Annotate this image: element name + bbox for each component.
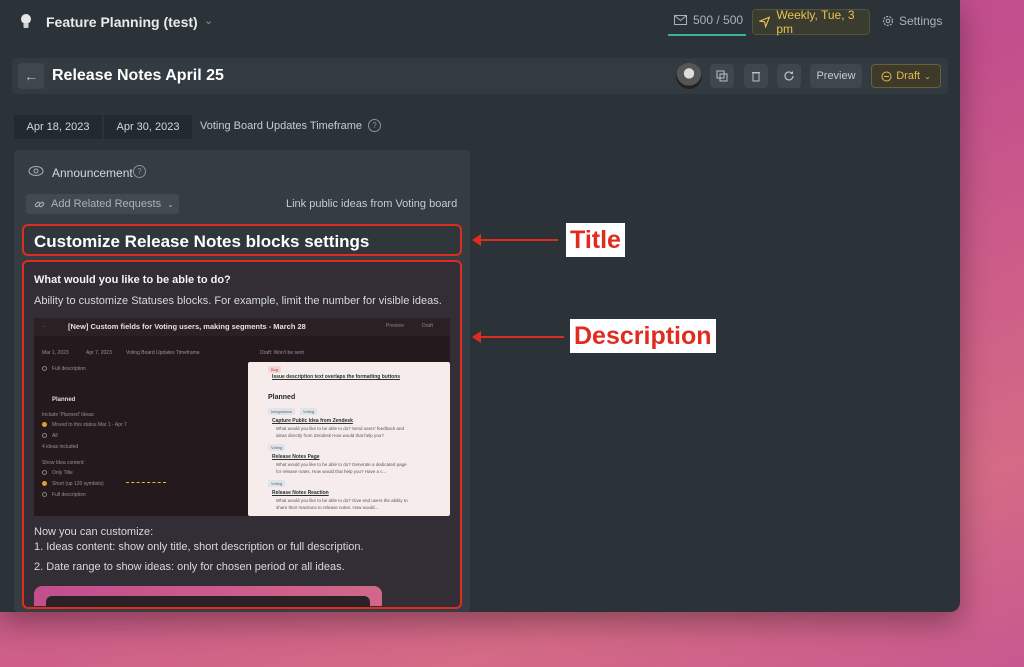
item-description-editor[interactable]: What would you like to be able to do? Ab… xyxy=(22,260,462,609)
page-header: ← Release Notes April 25 Preview Draft ⌄ xyxy=(12,58,948,94)
shot-link: Release Notes Page xyxy=(272,454,320,460)
schedule-button[interactable]: Weekly, Tue, 3 pm xyxy=(752,8,870,36)
shot-text: What would you like to be able to do? Ge… xyxy=(276,462,407,467)
shot-opt-moved: Moved to this status Mar 1 - Apr 7 xyxy=(52,422,127,428)
shot-ideas-included: 4 ideas included xyxy=(42,444,79,450)
shot-title: [New] Custom fields for Voting users, ma… xyxy=(68,322,306,331)
title-pointer-arrow xyxy=(472,234,558,246)
shot-opt-title: Only Title xyxy=(52,470,73,476)
top-bar: Feature Planning (test) ⌄ 500 / 500 Week… xyxy=(0,0,960,44)
description-intro: Ability to customize Statuses blocks. Fo… xyxy=(34,295,442,307)
copy-icon xyxy=(716,70,728,82)
description-list-item: 2. Date range to show ideas: only for ch… xyxy=(34,561,345,573)
status-dropdown[interactable]: Draft ⌄ xyxy=(871,64,941,88)
workspace-title[interactable]: Feature Planning (test) xyxy=(46,14,198,30)
mail-count-label: 500 / 500 xyxy=(693,13,744,27)
refresh-button[interactable] xyxy=(777,64,801,88)
shot-radio xyxy=(42,422,47,427)
eye-icon[interactable] xyxy=(28,165,44,177)
delete-button[interactable] xyxy=(744,64,768,88)
shot-radio xyxy=(42,470,47,475)
app-window: Feature Planning (test) ⌄ 500 / 500 Week… xyxy=(0,0,960,612)
timeframe-label: Voting Board Updates Timeframe xyxy=(200,120,363,132)
shot-opt-all: All xyxy=(52,433,58,439)
shot-draft-note: Draft: Won't be sent xyxy=(260,350,304,356)
gear-icon xyxy=(882,15,894,27)
shot-radio xyxy=(42,492,47,497)
shot-planned: Planned xyxy=(52,397,76,403)
start-date-picker[interactable]: Apr 18, 2023 xyxy=(14,115,102,139)
chevron-down-icon: ⌄ xyxy=(167,199,174,209)
shot-tag: Voting xyxy=(268,444,286,451)
end-date-picker[interactable]: Apr 30, 2023 xyxy=(104,115,192,139)
description-pointer-arrow xyxy=(472,331,564,343)
duplicate-button[interactable] xyxy=(710,64,734,88)
description-subheading: Now you can customize: xyxy=(34,526,154,538)
shot-tag: Integrations xyxy=(268,408,295,415)
trash-icon xyxy=(752,72,760,82)
shot-date1: Mar 1, 2023 xyxy=(42,350,69,356)
shot-heading: Planned xyxy=(268,394,296,401)
shot-draft: Draft xyxy=(422,323,433,329)
avatar[interactable] xyxy=(676,63,702,89)
arrow-left-icon: ← xyxy=(42,323,47,329)
mail-counter[interactable]: 500 / 500 xyxy=(668,6,746,36)
shot-tag: Voting xyxy=(268,480,286,487)
send-icon xyxy=(759,16,771,28)
status-label: Draft xyxy=(896,70,921,82)
shot-link: Issue description text overlaps the form… xyxy=(272,374,401,380)
title-callout: Title xyxy=(566,223,625,257)
shot-opt-full: Full description xyxy=(52,492,86,498)
minus-circle-icon xyxy=(881,71,892,81)
shot-header: ← [New] Custom fields for Voting users, … xyxy=(34,318,450,336)
shot-text: for release notes. How would that help y… xyxy=(276,469,387,474)
shot-date2: Apr 7, 2023 xyxy=(86,350,112,356)
shot-text: ideas directly from Zendesk How would th… xyxy=(276,433,384,438)
shot-tag: Voting xyxy=(300,408,318,415)
shot-show-content: Show Idea content: xyxy=(42,460,85,466)
chevron-down-icon: ⌄ xyxy=(924,71,931,81)
embedded-screenshot: ← [New] Custom fields for Voting users, … xyxy=(34,318,450,516)
shot-full-desc: Full description xyxy=(52,366,86,372)
shot-text: share their reactions to release notes. … xyxy=(276,505,379,510)
item-title: Customize Release Notes blocks settings xyxy=(34,232,370,251)
shot-timeframe: Voting Board Updates Timeframe xyxy=(126,350,200,356)
link-public-ideas[interactable]: Link public ideas from Voting board xyxy=(286,198,457,210)
mail-icon xyxy=(674,15,687,25)
shot-radio xyxy=(42,366,47,371)
add-related-label: Add Related Requests xyxy=(51,198,162,210)
shot-include: Include 'Planned' Ideas: xyxy=(42,412,95,418)
item-title-field[interactable]: Customize Release Notes blocks settings xyxy=(22,224,462,256)
arrow-left-icon: ← xyxy=(24,68,38,84)
help-icon[interactable]: ? xyxy=(368,119,381,132)
add-related-requests-button[interactable]: Add Related Requests ⌄ xyxy=(26,194,179,214)
settings-label: Settings xyxy=(899,14,943,28)
lightbulb-icon xyxy=(21,14,31,28)
refresh-icon xyxy=(784,71,794,81)
shot-radio xyxy=(42,433,47,438)
preview-button[interactable]: Preview xyxy=(810,64,862,88)
shot-tag: Bug xyxy=(268,366,282,373)
shot-radio xyxy=(42,481,47,486)
shot-preview-card: Bug Issue description text overlaps the … xyxy=(248,362,450,516)
shot-text: What would you like to be able to do? Se… xyxy=(276,426,404,431)
shot-arrow xyxy=(126,482,166,484)
settings-button[interactable]: Settings xyxy=(882,14,942,28)
shot-link: Capture Public Idea from Zendesk xyxy=(272,418,353,424)
shot-preview: Preview xyxy=(386,323,404,329)
description-callout: Description xyxy=(570,319,716,353)
shot-link: Release Notes Reaction xyxy=(272,490,329,496)
page-title: Release Notes April 25 xyxy=(52,67,224,84)
link-icon xyxy=(34,201,45,207)
schedule-label: Weekly, Tue, 3 pm xyxy=(776,8,855,36)
announcement-label: Announcement xyxy=(52,166,133,180)
help-icon[interactable]: ? xyxy=(133,165,146,178)
description-list-item: 1. Ideas content: show only title, short… xyxy=(34,541,364,553)
chevron-down-icon[interactable]: ⌄ xyxy=(204,14,213,27)
embedded-image-inner xyxy=(46,596,370,607)
shot-opt-short: Short (up 120 symbols) xyxy=(52,481,104,487)
shot-text: What would you like to be able to do? Gi… xyxy=(276,498,408,503)
back-button[interactable]: ← xyxy=(18,63,44,89)
description-question: What would you like to be able to do? xyxy=(34,274,231,286)
